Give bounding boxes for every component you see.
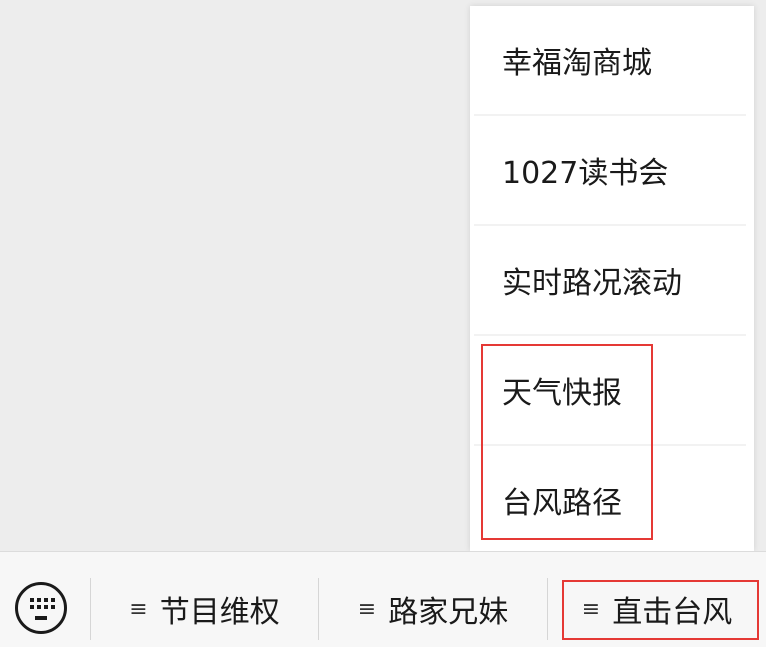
menu-item-weather[interactable]: 天气快报 (470, 336, 754, 444)
menu-item-mall[interactable]: 幸福淘商城 (470, 6, 754, 114)
menu-item-label: 1027读书会 (502, 156, 669, 191)
menu-icon: ≡ (357, 596, 377, 622)
menu-item-typhoon-path[interactable]: 台风路径 (470, 446, 754, 554)
bottom-menu-bar: ≡ 节目维权 ≡ 路家兄妹 ≡ 直击台风 (0, 551, 766, 647)
tab-label: 直击台风 (612, 595, 733, 630)
menu-icon: ≡ (129, 596, 148, 622)
tab-typhoon-live[interactable]: ≡ 直击台风 (548, 578, 766, 640)
menu-item-traffic[interactable]: 实时路况滚动 (470, 226, 754, 334)
tab-label: 节目维权 (159, 595, 280, 630)
menu-item-label: 天气快报 (502, 376, 622, 411)
menu-item-label: 实时路况滚动 (502, 266, 682, 301)
menu-icon: ≡ (581, 596, 601, 622)
tab-lu-siblings[interactable]: ≡ 路家兄妹 (319, 578, 547, 640)
keyboard-icon[interactable] (15, 582, 67, 634)
menu-item-label: 台风路径 (502, 486, 622, 521)
menu-item-book-club[interactable]: 1027读书会 (470, 116, 754, 224)
submenu-popup: 幸福淘商城 1027读书会 实时路况滚动 天气快报 台风路径 (470, 6, 754, 551)
tab-label: 路家兄妹 (388, 595, 509, 630)
tab-program-rights[interactable]: ≡ 节目维权 (91, 578, 318, 640)
menu-item-label: 幸福淘商城 (502, 46, 652, 81)
